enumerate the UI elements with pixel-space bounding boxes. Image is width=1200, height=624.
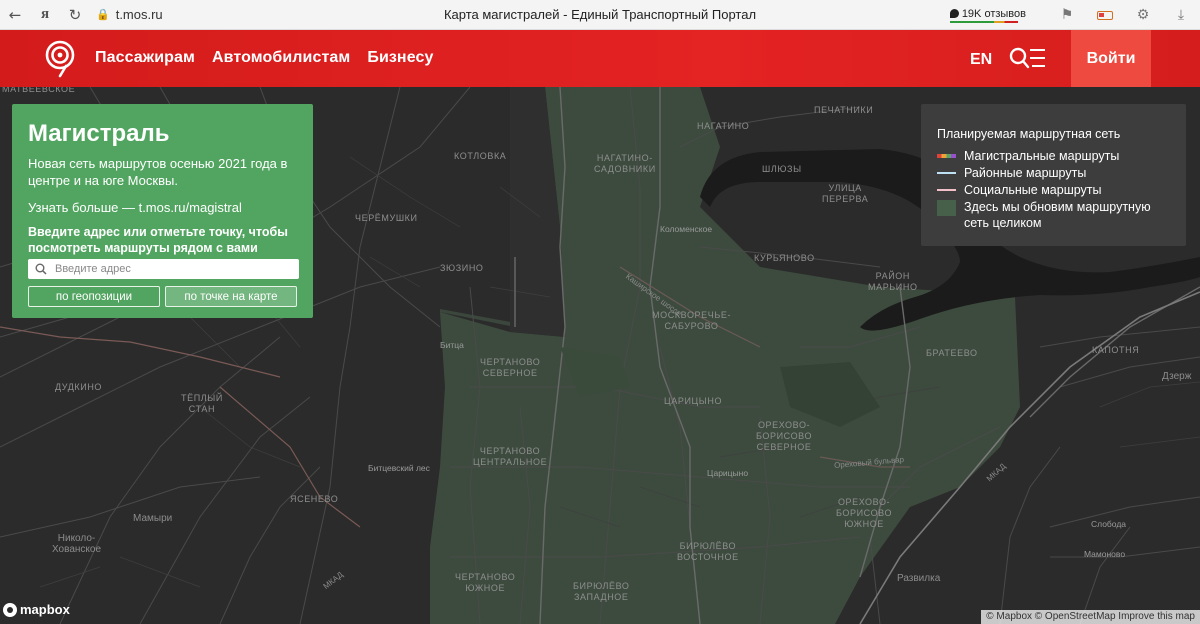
map-label-sloboda: Слобода (1091, 519, 1127, 529)
nav-passengers[interactable]: Пассажирам (95, 49, 195, 67)
info-title: Магистраль (28, 120, 170, 147)
map-label-bitsa: Битца (440, 340, 464, 350)
map-label-biryulevo-zap: Бирюлёво Западное (573, 581, 630, 602)
map-label-ulitsa-pererva: Улица Перерва (822, 183, 869, 204)
legend-swatch (937, 189, 956, 191)
browser-toolbar: ← я ↻ 🔒 t.mos.ru Карта магистралей - Еди… (0, 0, 1200, 30)
map-label-shlyuzy: Шлюзы (762, 164, 802, 174)
legend-item-magistral: Магистральные маршруты (937, 148, 1170, 164)
map-label-nagatino: Нагатино (697, 121, 750, 131)
map-label-kolomenskoe: Коломенское (660, 224, 713, 234)
route-legend: Планируемая маршрутная сеть Магистральны… (921, 104, 1186, 246)
download-icon[interactable]: ⤓ (1162, 0, 1200, 30)
map-attribution[interactable]: © Mapbox © OpenStreetMap Improve this ma… (981, 610, 1200, 624)
extension-icon[interactable]: ⚙ (1124, 0, 1162, 30)
legend-swatch (937, 200, 956, 216)
mapbox-icon (3, 602, 17, 617)
map-label-bratevo: Братеево (926, 348, 978, 358)
rating-bar (949, 20, 1018, 23)
map-label-orekhovo-yuzh: Орехово- Борисово Южное (836, 497, 893, 529)
map-label-moskvorechye: Москворечье- Сабурово (652, 310, 732, 331)
map-label-rayon-marino: Район Марьино (868, 271, 918, 292)
geolocation-button[interactable]: по геопозиции (28, 286, 160, 307)
legend-item-district: Районные маршруты (937, 165, 1170, 181)
map-label-mamyri: Мамыри (133, 513, 173, 524)
info-prompt: Введите адрес или отметьте точку, чтобы … (28, 225, 288, 255)
legend-label: Здесь мы обновим маршрутную сеть целиком (964, 200, 1151, 230)
address-bar[interactable]: 🔒 t.mos.ru (96, 7, 163, 22)
search-icon (35, 263, 47, 275)
reviews-badge[interactable]: 19K отзывов (949, 7, 1026, 23)
map-label-kotlovka: Котловка (454, 151, 507, 161)
map-label-cheryomushki: Черёмушки (355, 213, 418, 223)
url-text: t.mos.ru (115, 7, 163, 22)
chat-icon (949, 9, 959, 18)
magistral-info-panel: Магистраль Новая сеть маршрутов осенью 2… (12, 104, 313, 318)
map-label-kuryanovo: Курьяново (754, 253, 815, 263)
legend-item-social: Социальные маршруты (937, 182, 1170, 198)
legend-swatch (937, 172, 956, 174)
map-label-kapotnya: Капотня (1092, 345, 1140, 355)
map-label-bitsevsky: Битцевский лес (368, 463, 430, 473)
browser-actions: 19K отзывов ⚑ ⚙ ⤓ (949, 0, 1200, 30)
map-label-matveevskoe: Матвеевское (2, 87, 76, 94)
map-label-pechatniki: Печатники (814, 105, 874, 115)
map-label-nikolo: Николо- Хованское (52, 533, 102, 555)
map-label-chertanovo-yuzh: Чертаново Южное (455, 572, 516, 593)
login-button[interactable]: Войти (1071, 30, 1151, 87)
map-label-zyuzino: Зюзино (440, 263, 484, 273)
locate-buttons: по геопозиции по точке на карте (28, 286, 297, 307)
map-label-teply-stan: Тёплый Стан (181, 393, 223, 414)
map-label-mamonovo: Мамоново (1084, 549, 1126, 559)
site-header: Пассажирам Автомобилистам Бизнесу EN Вой… (0, 30, 1200, 87)
map-label-yasenevo: Ясенево (290, 494, 339, 504)
map-label-razvilka: Развилка (897, 573, 941, 584)
map-label-dzerzh: Дзерж (1162, 371, 1192, 382)
legend-title: Планируемая маршрутная сеть (937, 127, 1121, 141)
map-label-tsaritsyno-upper: Царицыно (664, 396, 723, 406)
transport-logo-icon[interactable] (44, 40, 78, 78)
map-label-orekhovo-sev: Орехово- Борисово Северное (756, 420, 813, 452)
reviews-text: 19K отзывов (961, 7, 1026, 20)
nav-business[interactable]: Бизнесу (367, 49, 433, 67)
map-point-button[interactable]: по точке на карте (165, 286, 297, 307)
legend-label: Магистральные маршруты (964, 149, 1120, 163)
nav-drivers[interactable]: Автомобилистам (212, 49, 350, 67)
map-label-tsaritsyno-lower: Царицыно (707, 468, 749, 478)
legend-label: Социальные маршруты (964, 183, 1102, 197)
language-switch[interactable]: EN (970, 51, 992, 69)
info-description: Новая сеть маршрутов осенью 2021 года в … (28, 156, 288, 188)
map-label-nagatino-sadovniki: Нагатино- Садовники (594, 153, 656, 174)
map-label-chertanovo-sev: Чертаново Северное (480, 357, 541, 378)
reload-icon[interactable]: ↻ (60, 0, 90, 30)
address-search (28, 259, 299, 279)
map-label-biryulevo-vost: Бирюлёво Восточное (677, 541, 739, 562)
info-more-link[interactable]: Узнать больше — t.mos.ru/magistral (28, 200, 297, 216)
map-label-dudkino: Дудкино (55, 382, 103, 392)
lock-icon: 🔒 (96, 8, 110, 21)
mapbox-logo[interactable]: mapbox (3, 602, 70, 617)
mapbox-text: mapbox (20, 602, 70, 617)
yandex-icon[interactable]: я (30, 0, 60, 30)
legend-swatch (937, 154, 956, 158)
main-nav: Пассажирам Автомобилистам Бизнесу (95, 49, 433, 67)
bookmark-icon[interactable]: ⚑ (1048, 0, 1086, 30)
back-icon[interactable]: ← (0, 0, 30, 30)
legend-label: Районные маршруты (964, 166, 1087, 180)
battery-icon[interactable] (1086, 0, 1124, 30)
address-input[interactable] (28, 259, 299, 279)
search-menu-icon[interactable] (1009, 46, 1047, 72)
legend-item-zone: Здесь мы обновим маршрутную сеть целиком (937, 199, 1170, 231)
map-label-chertanovo-tsen: Чертаново Центральное (473, 446, 548, 467)
